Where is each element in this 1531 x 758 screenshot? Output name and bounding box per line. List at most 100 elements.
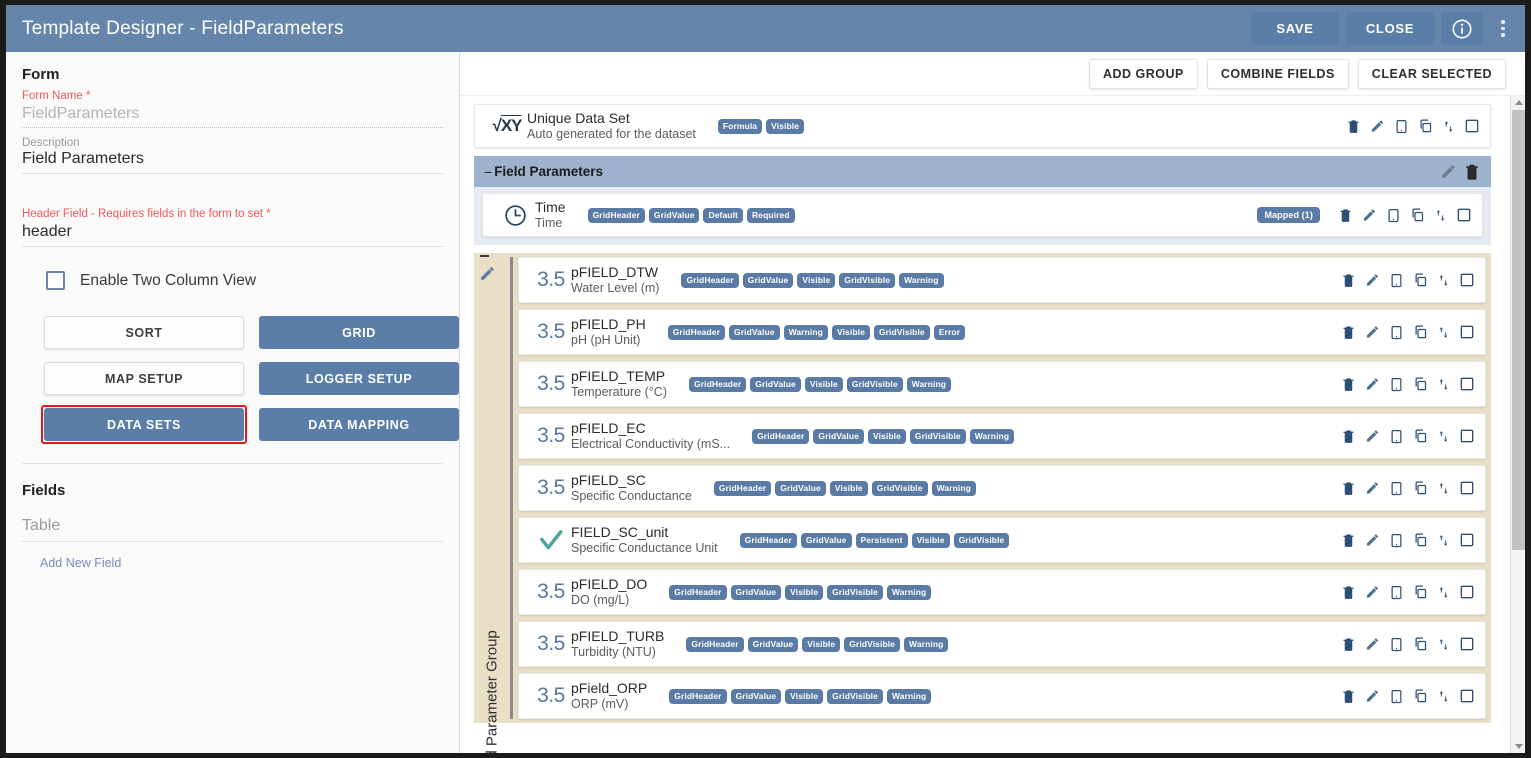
combine-fields-button[interactable]: COMBINE FIELDS: [1206, 58, 1349, 89]
device-icon[interactable]: [1389, 428, 1404, 445]
edit-icon[interactable]: [1370, 118, 1385, 134]
scroll-down-arrow[interactable]: [1511, 740, 1525, 753]
delete-icon[interactable]: [1341, 272, 1356, 288]
copy-icon[interactable]: [1413, 688, 1428, 704]
device-icon[interactable]: [1389, 688, 1404, 705]
list-item[interactable]: 3.5 pFIELD_EC Electrical Conductivity (m…: [518, 413, 1486, 459]
delete-icon[interactable]: [1341, 636, 1356, 652]
reorder-icon[interactable]: [1437, 272, 1450, 289]
select-checkbox[interactable]: [1459, 636, 1475, 652]
select-checkbox[interactable]: [1459, 688, 1475, 704]
reorder-icon[interactable]: [1437, 636, 1450, 653]
edit-icon[interactable]: [1362, 207, 1377, 223]
edit-icon[interactable]: [1365, 636, 1380, 652]
copy-icon[interactable]: [1418, 118, 1433, 134]
data-mapping-button[interactable]: DATA MAPPING: [259, 408, 459, 441]
delete-icon[interactable]: [1341, 428, 1356, 444]
device-icon[interactable]: [1389, 532, 1404, 549]
copy-icon[interactable]: [1413, 272, 1428, 288]
delete-icon[interactable]: [1341, 480, 1356, 496]
sort-button[interactable]: SORT: [44, 316, 244, 349]
collapse-icon[interactable]: −: [484, 164, 492, 180]
list-item[interactable]: 3.5 pFIELD_SC Specific Conductance GridH…: [518, 465, 1486, 511]
reorder-icon[interactable]: [1437, 376, 1450, 393]
list-item[interactable]: 3.5 pFIELD_TURB Turbidity (NTU) GridHead…: [518, 621, 1486, 667]
select-checkbox[interactable]: [1464, 118, 1480, 134]
select-checkbox[interactable]: [1459, 376, 1475, 392]
scrollbar-thumb[interactable]: [1512, 110, 1525, 550]
copy-icon[interactable]: [1410, 207, 1425, 223]
select-checkbox[interactable]: [1456, 207, 1472, 223]
list-item[interactable]: 3.5 pFIELD_DO DO (mg/L) GridHeader GridV…: [518, 569, 1486, 615]
edit-icon[interactable]: [1365, 428, 1380, 444]
edit-icon[interactable]: [1440, 163, 1457, 180]
select-checkbox[interactable]: [1459, 428, 1475, 444]
select-checkbox[interactable]: [1459, 480, 1475, 496]
device-icon[interactable]: [1394, 118, 1409, 135]
list-item[interactable]: 3.5 pFIELD_TEMP Temperature (°C) GridHea…: [518, 361, 1486, 407]
copy-icon[interactable]: [1413, 324, 1428, 340]
select-checkbox[interactable]: [1459, 584, 1475, 600]
copy-icon[interactable]: [1413, 532, 1428, 548]
device-icon[interactable]: [1389, 324, 1404, 341]
close-button[interactable]: CLOSE: [1346, 12, 1434, 45]
edit-icon[interactable]: [1365, 584, 1380, 600]
copy-icon[interactable]: [1413, 480, 1428, 496]
list-item[interactable]: 3.5 pFIELD_DTW Water Level (m) GridHeade…: [518, 257, 1486, 303]
list-item[interactable]: Time Time GridHeader GridValue Default R…: [482, 193, 1483, 237]
reorder-icon[interactable]: [1437, 480, 1450, 497]
two-column-view-row[interactable]: Enable Two Column View: [22, 261, 443, 290]
device-icon[interactable]: [1389, 376, 1404, 393]
edit-icon[interactable]: [1365, 272, 1380, 288]
delete-icon[interactable]: [1341, 324, 1356, 340]
list-item[interactable]: 3.5 pFIELD_PH pH (pH Unit) GridHeader Gr…: [518, 309, 1486, 355]
vertical-scrollbar[interactable]: [1510, 96, 1525, 753]
data-sets-button[interactable]: DATA SETS: [44, 408, 244, 441]
reorder-icon[interactable]: [1442, 118, 1455, 135]
grid-button[interactable]: GRID: [259, 316, 459, 349]
edit-icon[interactable]: [1365, 532, 1380, 548]
edit-icon[interactable]: [479, 265, 496, 287]
info-button[interactable]: [1441, 12, 1483, 45]
delete-icon[interactable]: [1338, 207, 1353, 223]
edit-icon[interactable]: [1365, 688, 1380, 704]
device-icon[interactable]: [1389, 272, 1404, 289]
reorder-icon[interactable]: [1437, 584, 1450, 601]
device-icon[interactable]: [1389, 480, 1404, 497]
reorder-icon[interactable]: [1434, 207, 1447, 224]
two-column-view-checkbox[interactable]: [46, 271, 65, 290]
copy-icon[interactable]: [1413, 636, 1428, 652]
reorder-icon[interactable]: [1437, 688, 1450, 705]
list-item[interactable]: √XY Unique Data Set Auto generated for t…: [474, 104, 1491, 148]
device-icon[interactable]: [1389, 636, 1404, 653]
more-options-button[interactable]: [1487, 9, 1519, 49]
delete-icon[interactable]: [1346, 118, 1361, 134]
list-item[interactable]: 3.5 pField_ORP ORP (mV) GridHeader GridV…: [518, 673, 1486, 719]
add-new-field-link[interactable]: Add New Field: [22, 556, 443, 570]
copy-icon[interactable]: [1413, 584, 1428, 600]
edit-icon[interactable]: [1365, 324, 1380, 340]
device-icon[interactable]: [1386, 207, 1401, 224]
copy-icon[interactable]: [1413, 376, 1428, 392]
reorder-icon[interactable]: [1437, 428, 1450, 445]
map-setup-button[interactable]: MAP SETUP: [44, 362, 244, 395]
select-checkbox[interactable]: [1459, 324, 1475, 340]
header-field-input[interactable]: header: [22, 223, 443, 247]
add-group-button[interactable]: ADD GROUP: [1088, 58, 1198, 89]
select-checkbox[interactable]: [1459, 272, 1475, 288]
copy-icon[interactable]: [1413, 428, 1428, 444]
clear-selected-button[interactable]: CLEAR SELECTED: [1357, 58, 1506, 89]
delete-icon[interactable]: [1463, 162, 1481, 181]
delete-icon[interactable]: [1341, 688, 1356, 704]
logger-setup-button[interactable]: LOGGER SETUP: [259, 362, 459, 395]
delete-icon[interactable]: [1341, 376, 1356, 392]
reorder-icon[interactable]: [1437, 532, 1450, 549]
edit-icon[interactable]: [1365, 376, 1380, 392]
select-checkbox[interactable]: [1459, 532, 1475, 548]
reorder-icon[interactable]: [1437, 324, 1450, 341]
table-input[interactable]: Table: [22, 517, 443, 542]
description-input[interactable]: Field Parameters: [22, 150, 443, 174]
group-header[interactable]: − Field Parameters: [474, 156, 1491, 187]
scroll-up-arrow[interactable]: [1511, 96, 1525, 109]
form-name-input[interactable]: FieldParameters: [22, 105, 443, 128]
